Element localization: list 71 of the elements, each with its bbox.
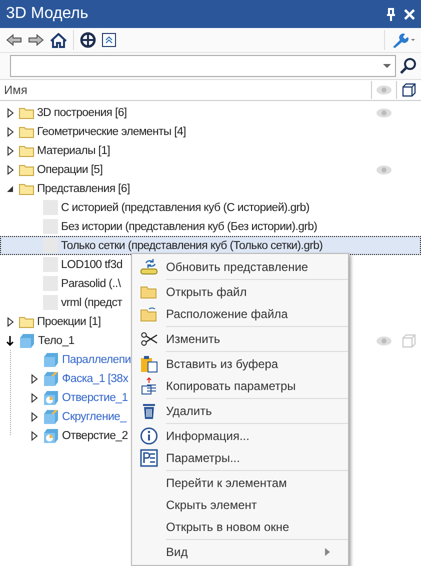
pin-icon[interactable] — [386, 8, 396, 20]
copy-parameters-icon — [140, 377, 158, 395]
cube-icon — [43, 352, 59, 368]
back-arrow-icon[interactable] — [6, 34, 22, 46]
tree-item-label[interactable]: Геометрические элементы [4] — [37, 126, 186, 138]
forward-arrow-icon[interactable] — [28, 34, 44, 46]
cube-icon[interactable] — [401, 82, 417, 98]
scissors-icon — [140, 330, 158, 348]
folder-icon — [140, 305, 158, 323]
menu-item[interactable]: Обновить представление — [166, 260, 348, 274]
selected-tree-row[interactable]: Только сетки (представления куб (Только сетки).grb) — [0, 236, 421, 255]
tree-item-label[interactable]: Проекции [1] — [37, 316, 101, 328]
tree-item-label[interactable]: Отверстие_2 — [62, 430, 128, 442]
tree-item-label[interactable]: Тело_1 — [38, 334, 74, 346]
tree-item-label[interactable]: Только сетки (представления куб (Только сетки).grb) — [61, 240, 323, 252]
file-icon — [43, 238, 58, 253]
menu-item[interactable]: Перейти к элементам — [166, 476, 348, 490]
chamfer-icon — [43, 408, 59, 424]
search-field[interactable] — [10, 55, 396, 77]
menu-item[interactable]: Скрыть элемент — [166, 498, 348, 512]
dropdown-arrow-icon[interactable] — [383, 64, 391, 68]
menu-item[interactable]: Вставить из буфера — [166, 357, 348, 371]
down-arrow-icon[interactable] — [6, 336, 14, 346]
home-icon[interactable] — [50, 32, 67, 48]
menu-item[interactable]: Открыть файл — [166, 285, 348, 299]
collapse-arrow-icon[interactable] — [6, 184, 14, 192]
menu-item[interactable]: Изменить — [166, 332, 348, 346]
hole-icon — [43, 390, 59, 406]
search-icon[interactable] — [399, 57, 417, 75]
menu-item[interactable]: Копировать параметры — [166, 379, 348, 393]
folder-icon — [19, 106, 34, 118]
tree-item-label[interactable]: Представления [6] — [37, 182, 130, 194]
paste-icon — [140, 355, 158, 373]
tree-item-label[interactable]: Материалы [1] — [37, 144, 110, 156]
tree-item-label[interactable]: Скругление_ — [62, 410, 126, 422]
menu-item[interactable]: Параметры... — [166, 451, 348, 465]
wrench-icon[interactable] — [391, 31, 415, 49]
collapse-all-icon[interactable] — [102, 33, 116, 47]
parameters-icon — [140, 449, 158, 467]
cube-icon — [19, 332, 35, 348]
refresh-icon — [140, 258, 158, 276]
tree-item-label[interactable]: 3D построения [6] — [37, 106, 127, 118]
folder-icon — [19, 126, 34, 138]
tree-item-label[interactable]: vrml (предст — [61, 296, 122, 308]
chamfer-icon — [43, 370, 59, 386]
menu-item[interactable]: Вид — [166, 545, 325, 559]
submenu-arrow-icon — [325, 548, 330, 556]
expand-arrow-icon[interactable] — [6, 316, 14, 326]
trash-icon — [140, 402, 158, 420]
menu-item[interactable]: Информация... — [166, 429, 348, 443]
hole-icon — [43, 428, 59, 444]
tree-item-label[interactable]: С историей (представления куб (С историей).grb) — [61, 202, 310, 214]
tree-item-label[interactable]: Отверстие_1 — [62, 392, 128, 404]
column-header[interactable]: Имя — [4, 83, 371, 97]
folder-icon — [19, 316, 34, 328]
tree-item-label[interactable]: Параллелепи — [62, 354, 131, 366]
tree-item-label[interactable]: Без истории (представления куб (Без истории).grb) — [61, 220, 318, 232]
tree-item-label[interactable]: LOD100 tf3d — [61, 258, 122, 270]
menu-item[interactable]: Открыть в новом окне — [166, 520, 348, 534]
tree-item-label[interactable]: Операции [5] — [37, 164, 103, 176]
tree-item-label[interactable]: Фаска_1 [38x — [62, 372, 128, 384]
folder-icon — [19, 144, 34, 156]
menu-item[interactable]: Расположение файла — [166, 307, 348, 321]
folder-icon — [19, 182, 34, 194]
window-title: 3D Модель — [6, 5, 90, 23]
target-icon[interactable] — [80, 32, 96, 48]
menu-item[interactable]: Удалить — [166, 404, 348, 418]
close-icon[interactable] — [404, 8, 415, 20]
info-icon — [140, 427, 158, 445]
tree-item-label[interactable]: Parasolid (..\ — [61, 278, 121, 290]
folder-icon — [19, 164, 34, 176]
